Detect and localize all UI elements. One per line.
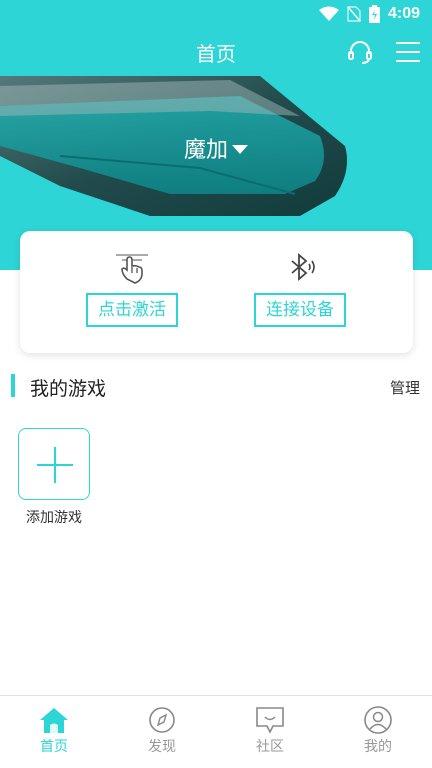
- status-bar: 4:09: [0, 0, 432, 28]
- wifi-icon: [318, 6, 339, 21]
- no-sim-icon: [347, 6, 361, 22]
- connect-section: 连接设备: [220, 251, 380, 327]
- nav-community[interactable]: 社区: [216, 696, 324, 768]
- customer-service-button[interactable]: [346, 38, 376, 68]
- manage-button[interactable]: 管理: [390, 377, 420, 398]
- battery-charging-icon: [368, 5, 380, 23]
- status-time: 4:09: [387, 5, 420, 22]
- add-game-label: 添加游戏: [26, 510, 82, 526]
- compass-icon: [149, 707, 175, 733]
- nav-discover[interactable]: 发现: [108, 696, 216, 768]
- nav-mine[interactable]: 我的: [324, 696, 432, 768]
- nav-home[interactable]: 首页: [0, 696, 108, 768]
- nav-discover-label: 发现: [148, 739, 176, 755]
- nav-home-label: 首页: [40, 739, 68, 755]
- status-icons: 4:09: [318, 5, 420, 23]
- connect-device-button[interactable]: 连接设备: [254, 293, 346, 327]
- home-icon: [40, 708, 68, 733]
- section-accent-bar: [11, 374, 15, 397]
- device-name: 魔加: [183, 138, 228, 163]
- headset-icon: [348, 41, 372, 64]
- hamburger-menu-icon: [396, 42, 420, 62]
- nav-community-label: 社区: [256, 739, 284, 755]
- activate-section: 点击激活: [52, 251, 212, 327]
- user-icon: [364, 706, 392, 734]
- my-games-title: 我的游戏: [30, 378, 107, 400]
- menu-button[interactable]: [394, 38, 424, 68]
- chat-bubble-icon: [256, 707, 284, 734]
- nav-mine-label: 我的: [364, 739, 392, 755]
- header: 首页: [0, 28, 432, 76]
- activate-button[interactable]: 点击激活: [86, 293, 178, 327]
- plus-icon-vertical: [54, 447, 56, 483]
- action-card: 点击激活 连接设备: [20, 231, 413, 353]
- bluetooth-icon: [291, 253, 315, 281]
- caret-down-icon: [232, 144, 248, 154]
- device-selector[interactable]: 魔加: [0, 132, 432, 164]
- touch-tap-icon: [116, 254, 148, 284]
- add-game-button[interactable]: [18, 428, 90, 500]
- bottom-nav: 首页 发现 社区 我的: [0, 695, 432, 768]
